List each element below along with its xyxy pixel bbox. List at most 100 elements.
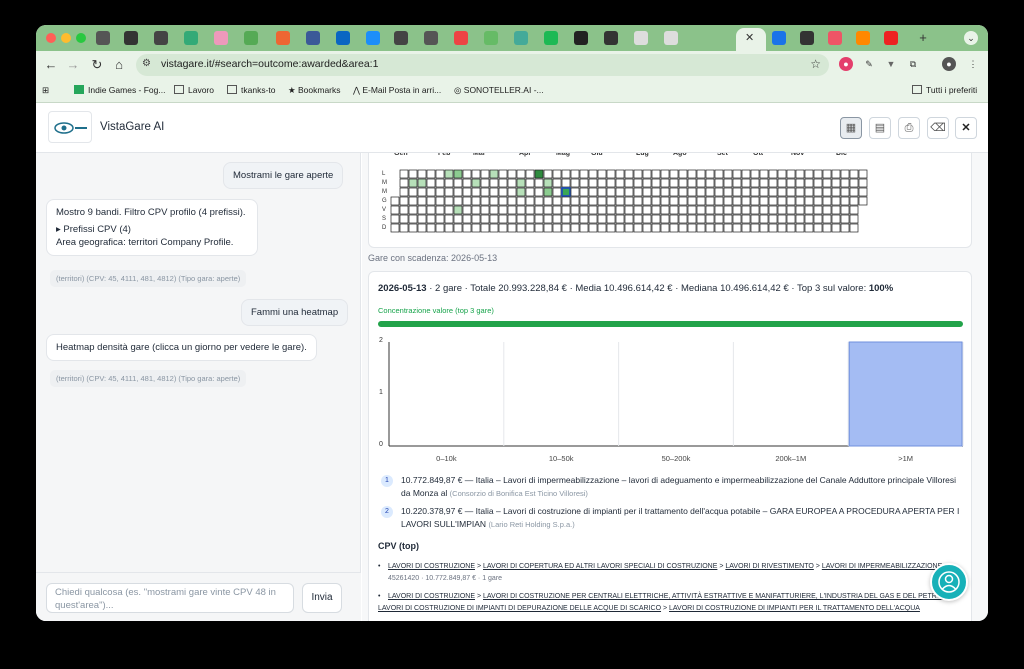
address-bar[interactable]: ⚙ vistagare.it/#search=outcome:awarded&a… (136, 54, 829, 76)
heatmap-day-cell[interactable] (822, 169, 832, 179)
heatmap-day-cell[interactable] (795, 178, 805, 188)
tab-favicon[interactable] (884, 31, 898, 45)
heatmap-day-cell[interactable] (462, 196, 472, 206)
tab-favicon[interactable] (856, 31, 870, 45)
heatmap-day-cell[interactable] (822, 178, 832, 188)
heatmap-day-cell[interactable] (399, 214, 409, 224)
heatmap-day-cell[interactable] (822, 205, 832, 215)
heatmap-day-cell[interactable] (516, 187, 526, 197)
heatmap-day-cell[interactable] (651, 187, 661, 197)
heatmap-day-cell[interactable] (570, 187, 580, 197)
forward-button[interactable]: → (64, 56, 82, 74)
heatmap-day-cell[interactable] (768, 196, 778, 206)
tab-favicon[interactable] (336, 31, 350, 45)
heatmap-day-cell[interactable] (480, 214, 490, 224)
heatmap-day-cell[interactable] (678, 196, 688, 206)
heatmap-day-cell[interactable] (813, 187, 823, 197)
heatmap-day-cell[interactable] (480, 223, 490, 233)
heatmap-day-cell[interactable] (642, 205, 652, 215)
heatmap-day-cell[interactable] (768, 169, 778, 179)
heatmap-day-cell[interactable] (624, 214, 634, 224)
heatmap-day-cell[interactable] (453, 205, 463, 215)
heatmap-day-cell[interactable] (507, 196, 517, 206)
heatmap-day-cell[interactable] (651, 178, 661, 188)
heatmap-day-cell[interactable] (849, 205, 859, 215)
heatmap-day-cell[interactable] (570, 205, 580, 215)
heatmap-day-cell[interactable] (741, 178, 751, 188)
heatmap-day-cell[interactable] (777, 169, 787, 179)
heatmap-day-cell[interactable] (759, 196, 769, 206)
heatmap-day-cell[interactable] (849, 169, 859, 179)
heatmap-grid[interactable] (369, 153, 973, 249)
heatmap-day-cell[interactable] (840, 205, 850, 215)
heatmap-day-cell[interactable] (534, 187, 544, 197)
heatmap-day-cell[interactable] (543, 196, 553, 206)
heatmap-day-cell[interactable] (669, 196, 679, 206)
heatmap-day-cell[interactable] (471, 169, 481, 179)
heatmap-day-cell[interactable] (453, 214, 463, 224)
heatmap-day-cell[interactable] (750, 169, 760, 179)
heatmap-day-cell[interactable] (849, 178, 859, 188)
heatmap-day-cell[interactable] (804, 196, 814, 206)
heatmap-day-cell[interactable] (435, 214, 445, 224)
heatmap-day-cell[interactable] (624, 169, 634, 179)
cpv-link[interactable]: LAVORI DI COSTRUZIONE PER CENTRALI ELETT… (483, 593, 954, 600)
heatmap-day-cell[interactable] (435, 187, 445, 197)
heatmap-day-cell[interactable] (633, 169, 643, 179)
heatmap-day-cell[interactable] (516, 205, 526, 215)
send-button[interactable]: Invia (302, 583, 342, 613)
heatmap-day-cell[interactable] (615, 187, 625, 197)
heatmap-day-cell[interactable] (723, 187, 733, 197)
heatmap-day-cell[interactable] (633, 196, 643, 206)
heatmap-day-cell[interactable] (642, 178, 652, 188)
heatmap-day-cell[interactable] (831, 223, 841, 233)
heatmap-day-cell[interactable] (633, 214, 643, 224)
heatmap-day-cell[interactable] (723, 214, 733, 224)
heatmap-day-cell[interactable] (435, 205, 445, 215)
heatmap-day-cell[interactable] (633, 205, 643, 215)
heatmap-day-cell[interactable] (525, 187, 535, 197)
heatmap-day-cell[interactable] (660, 169, 670, 179)
heatmap-day-cell[interactable] (417, 196, 427, 206)
heatmap-day-cell[interactable] (615, 178, 625, 188)
cpv-link[interactable]: LAVORI DI COSTRUZIONE DI IMPIANTI DI DEP… (378, 605, 661, 612)
heatmap-day-cell[interactable] (840, 196, 850, 206)
heatmap-day-cell[interactable] (831, 214, 841, 224)
chat-input[interactable]: Chiedi qualcosa (es. "mostrami gare vint… (46, 583, 294, 613)
heatmap-day-cell[interactable] (489, 196, 499, 206)
heatmap-day-cell[interactable] (561, 214, 571, 224)
heatmap-day-cell[interactable] (444, 196, 454, 206)
heatmap-day-cell[interactable] (543, 214, 553, 224)
heatmap-day-cell[interactable] (804, 169, 814, 179)
heatmap-day-cell[interactable] (426, 178, 436, 188)
heatmap-day-cell[interactable] (732, 187, 742, 197)
heatmap-day-cell[interactable] (480, 205, 490, 215)
heatmap-day-cell[interactable] (795, 196, 805, 206)
heatmap-day-cell[interactable] (489, 178, 499, 188)
heatmap-day-cell[interactable] (444, 187, 454, 197)
heatmap-day-cell[interactable] (561, 169, 571, 179)
heatmap-day-cell[interactable] (498, 196, 508, 206)
heatmap-day-cell[interactable] (732, 205, 742, 215)
heatmap-day-cell[interactable] (543, 178, 553, 188)
heatmap-day-cell[interactable] (444, 214, 454, 224)
heatmap-day-cell[interactable] (705, 178, 715, 188)
trash-icon[interactable]: ⌫ (927, 117, 949, 139)
heatmap-day-cell[interactable] (660, 187, 670, 197)
heatmap-day-cell[interactable] (696, 178, 706, 188)
heatmap-day-cell[interactable] (660, 178, 670, 188)
tab-favicon[interactable] (664, 31, 678, 45)
heatmap-day-cell[interactable] (588, 223, 598, 233)
heatmap-day-cell[interactable] (831, 187, 841, 197)
heatmap-day-cell[interactable] (498, 187, 508, 197)
heatmap-day-cell[interactable] (507, 223, 517, 233)
heatmap-day-cell[interactable] (471, 205, 481, 215)
heatmap-day-cell[interactable] (453, 178, 463, 188)
heatmap-day-cell[interactable] (426, 187, 436, 197)
heatmap-day-cell[interactable] (822, 214, 832, 224)
heatmap-day-cell[interactable] (462, 169, 472, 179)
heatmap-day-cell[interactable] (822, 223, 832, 233)
heatmap-day-cell[interactable] (840, 214, 850, 224)
tab-favicon[interactable] (514, 31, 528, 45)
heatmap-day-cell[interactable] (741, 223, 751, 233)
